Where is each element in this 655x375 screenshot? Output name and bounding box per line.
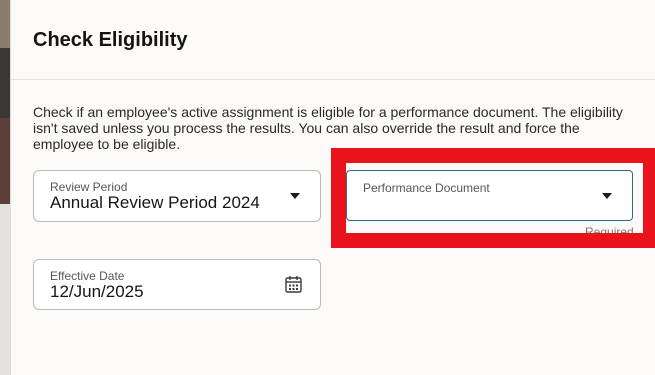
page: Check Eligibility Check if an employee's…	[0, 0, 655, 375]
review-period-value: Annual Review Period 2024	[50, 193, 260, 212]
review-period-label: Review Period	[50, 180, 128, 194]
calendar-icon[interactable]	[285, 275, 302, 293]
chevron-down-icon[interactable]	[290, 193, 300, 199]
effective-date-value: 12/Jun/2025	[50, 282, 144, 301]
effective-date-field[interactable]: Effective Date 12/Jun/2025	[33, 259, 321, 310]
annotation-highlight-box	[331, 148, 655, 248]
background-page-edge	[0, 0, 10, 375]
effective-date-label: Effective Date	[50, 269, 125, 283]
dialog-header: Check Eligibility	[11, 0, 655, 80]
dialog-title: Check Eligibility	[33, 29, 188, 51]
review-period-select[interactable]: Review Period Annual Review Period 2024	[33, 170, 321, 222]
check-eligibility-dialog: Check Eligibility Check if an employee's…	[10, 0, 655, 375]
dialog-description: Check if an employee's active assignment…	[33, 104, 623, 152]
